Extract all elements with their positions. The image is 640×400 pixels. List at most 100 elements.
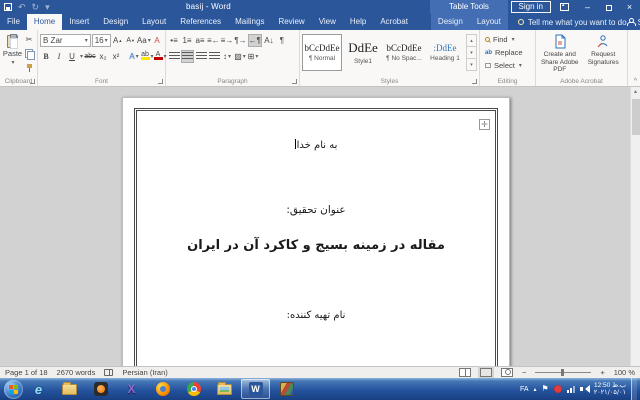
- format-painter-icon[interactable]: [23, 61, 35, 74]
- vertical-scrollbar[interactable]: ▴: [630, 87, 640, 366]
- style-normal[interactable]: bCcDdEe ¶ Normal: [302, 34, 342, 71]
- create-share-pdf-button[interactable]: Create and Share Adobe PDF: [538, 34, 582, 74]
- taskbar-internet-explorer[interactable]: e: [24, 379, 53, 399]
- redo-icon[interactable]: ↻: [32, 0, 40, 14]
- tab-mailings[interactable]: Mailings: [228, 14, 271, 30]
- zoom-slider[interactable]: [535, 372, 591, 373]
- borders-button[interactable]: ⊞▾: [247, 50, 259, 63]
- style-no-spacing[interactable]: bCcDdEe ¶ No Spac...: [384, 34, 424, 71]
- antivirus-tray-icon[interactable]: [554, 385, 562, 393]
- zoom-in-button[interactable]: +: [600, 368, 604, 377]
- subscript-button[interactable]: x₂: [97, 50, 109, 63]
- page-indicator[interactable]: Page 1 of 18: [5, 368, 48, 377]
- taskbar-word-active[interactable]: W: [241, 379, 270, 399]
- ribbon-display-options-icon[interactable]: [560, 3, 569, 11]
- zoom-out-button[interactable]: −: [522, 368, 526, 377]
- copy-icon[interactable]: [23, 47, 35, 60]
- start-button[interactable]: [4, 380, 23, 399]
- font-color-button[interactable]: A▾: [154, 50, 166, 63]
- tab-insert[interactable]: Insert: [62, 14, 96, 30]
- tab-table-layout[interactable]: Layout: [470, 14, 508, 30]
- text-effects-button[interactable]: A▾: [128, 50, 140, 63]
- close-button[interactable]: ×: [619, 0, 640, 14]
- styles-scroll-down-button[interactable]: ▾: [467, 47, 476, 59]
- right-to-left-button[interactable]: ←¶: [248, 34, 262, 47]
- change-case-button[interactable]: Aa▾: [138, 34, 150, 47]
- collapse-ribbon-icon[interactable]: ^: [634, 78, 637, 85]
- shrink-font-button[interactable]: A▼: [125, 34, 137, 47]
- taskbar-media-player[interactable]: [86, 379, 115, 399]
- increase-indent-button[interactable]: ≡→: [221, 34, 234, 47]
- sign-in-button[interactable]: Sign in: [511, 1, 551, 13]
- undo-icon[interactable]: ↶: [18, 0, 26, 14]
- tab-help[interactable]: Help: [343, 14, 373, 30]
- tab-view[interactable]: View: [312, 14, 343, 30]
- document-main-title[interactable]: مقاله در زمینه بسیج و کاکرد آن در ایران: [123, 238, 509, 253]
- show-paragraph-marks-button[interactable]: ¶: [276, 34, 288, 47]
- strikethrough-button[interactable]: abc: [84, 50, 96, 63]
- clipboard-dialog-launcher[interactable]: [30, 79, 35, 84]
- cut-icon[interactable]: ✂: [23, 33, 35, 46]
- language-bar[interactable]: FA: [520, 386, 529, 393]
- proofing-status-icon[interactable]: [104, 369, 113, 376]
- left-to-right-button[interactable]: ¶→: [234, 34, 246, 47]
- tab-design[interactable]: Design: [96, 14, 135, 30]
- paste-button[interactable]: Paste ▾: [2, 33, 23, 74]
- align-right-button[interactable]: [195, 50, 207, 63]
- style-style1[interactable]: DdEe Style1: [343, 34, 383, 71]
- underline-dropdown-icon[interactable]: ▾: [80, 53, 83, 60]
- read-mode-button[interactable]: [459, 368, 471, 377]
- italic-button[interactable]: I: [53, 50, 65, 63]
- find-button[interactable]: Find ▾: [485, 33, 533, 46]
- scrollbar-thumb[interactable]: [632, 99, 640, 135]
- document-page[interactable]: ✛ به نام خدا عنوان تحقیق: مقاله در زمینه…: [122, 97, 510, 366]
- line-spacing-button[interactable]: ↕▾: [221, 50, 233, 63]
- share-button[interactable]: Share: [627, 14, 640, 30]
- volume-icon[interactable]: [580, 385, 589, 393]
- save-icon[interactable]: [4, 3, 12, 11]
- select-button[interactable]: Select ▾: [485, 59, 533, 72]
- taskbar-pictures-folder[interactable]: [210, 379, 239, 399]
- customize-qat-icon[interactable]: ▾: [45, 0, 50, 14]
- clear-formatting-button[interactable]: A: [151, 34, 163, 47]
- restore-button[interactable]: [598, 0, 619, 14]
- font-dialog-launcher[interactable]: [158, 79, 163, 84]
- decrease-indent-button[interactable]: ≡←: [207, 34, 220, 47]
- taskbar-firefox[interactable]: [148, 379, 177, 399]
- taskbar-chrome[interactable]: [179, 379, 208, 399]
- zoom-level[interactable]: 100 %: [614, 368, 635, 377]
- tab-table-design[interactable]: Design: [431, 14, 470, 30]
- research-title-label[interactable]: عنوان تحقیق:: [123, 204, 509, 216]
- taskbar-photo-app[interactable]: [272, 379, 301, 399]
- style-heading1[interactable]: :DdEe Heading 1: [425, 34, 465, 71]
- table-move-handle[interactable]: ✛: [479, 119, 490, 130]
- highlight-button[interactable]: ab▾: [141, 50, 153, 63]
- tab-references[interactable]: References: [173, 14, 228, 30]
- action-center-flag-icon[interactable]: ⚑: [542, 385, 549, 393]
- justify-button[interactable]: [208, 50, 220, 63]
- underline-button[interactable]: U: [66, 50, 78, 63]
- align-center-button[interactable]: [181, 50, 194, 63]
- sort-button[interactable]: A↓: [263, 34, 275, 47]
- taskbar-purple-app[interactable]: X: [117, 379, 146, 399]
- tab-acrobat[interactable]: Acrobat: [373, 14, 415, 30]
- bold-button[interactable]: B: [40, 50, 52, 63]
- request-signatures-button[interactable]: Request Signatures: [582, 34, 626, 74]
- tray-clock[interactable]: 12:50 ب.ظ ۲۰۲۱/۰۵/۰۱: [594, 382, 626, 397]
- tell-me-box[interactable]: Tell me what you want to do: [518, 14, 627, 30]
- bismillah-line[interactable]: به نام خدا: [123, 139, 509, 151]
- superscript-button[interactable]: x²: [110, 50, 122, 63]
- bullets-button[interactable]: •≡: [168, 34, 180, 47]
- prepared-by-label[interactable]: نام تهیه کننده:: [123, 310, 509, 321]
- scroll-up-arrow-icon[interactable]: ▴: [631, 87, 640, 98]
- numbering-button[interactable]: 1≡: [181, 34, 193, 47]
- show-hidden-icons-button[interactable]: ▴: [534, 386, 537, 393]
- print-layout-button[interactable]: [480, 368, 492, 377]
- word-count[interactable]: 2670 words: [57, 368, 96, 377]
- tab-home[interactable]: Home: [27, 14, 62, 30]
- network-icon[interactable]: [567, 386, 575, 393]
- taskbar-file-explorer[interactable]: [55, 379, 84, 399]
- styles-scroll-up-button[interactable]: ▴: [467, 35, 476, 47]
- language-indicator[interactable]: Persian (Iran): [122, 368, 167, 377]
- styles-dialog-launcher[interactable]: [472, 79, 477, 84]
